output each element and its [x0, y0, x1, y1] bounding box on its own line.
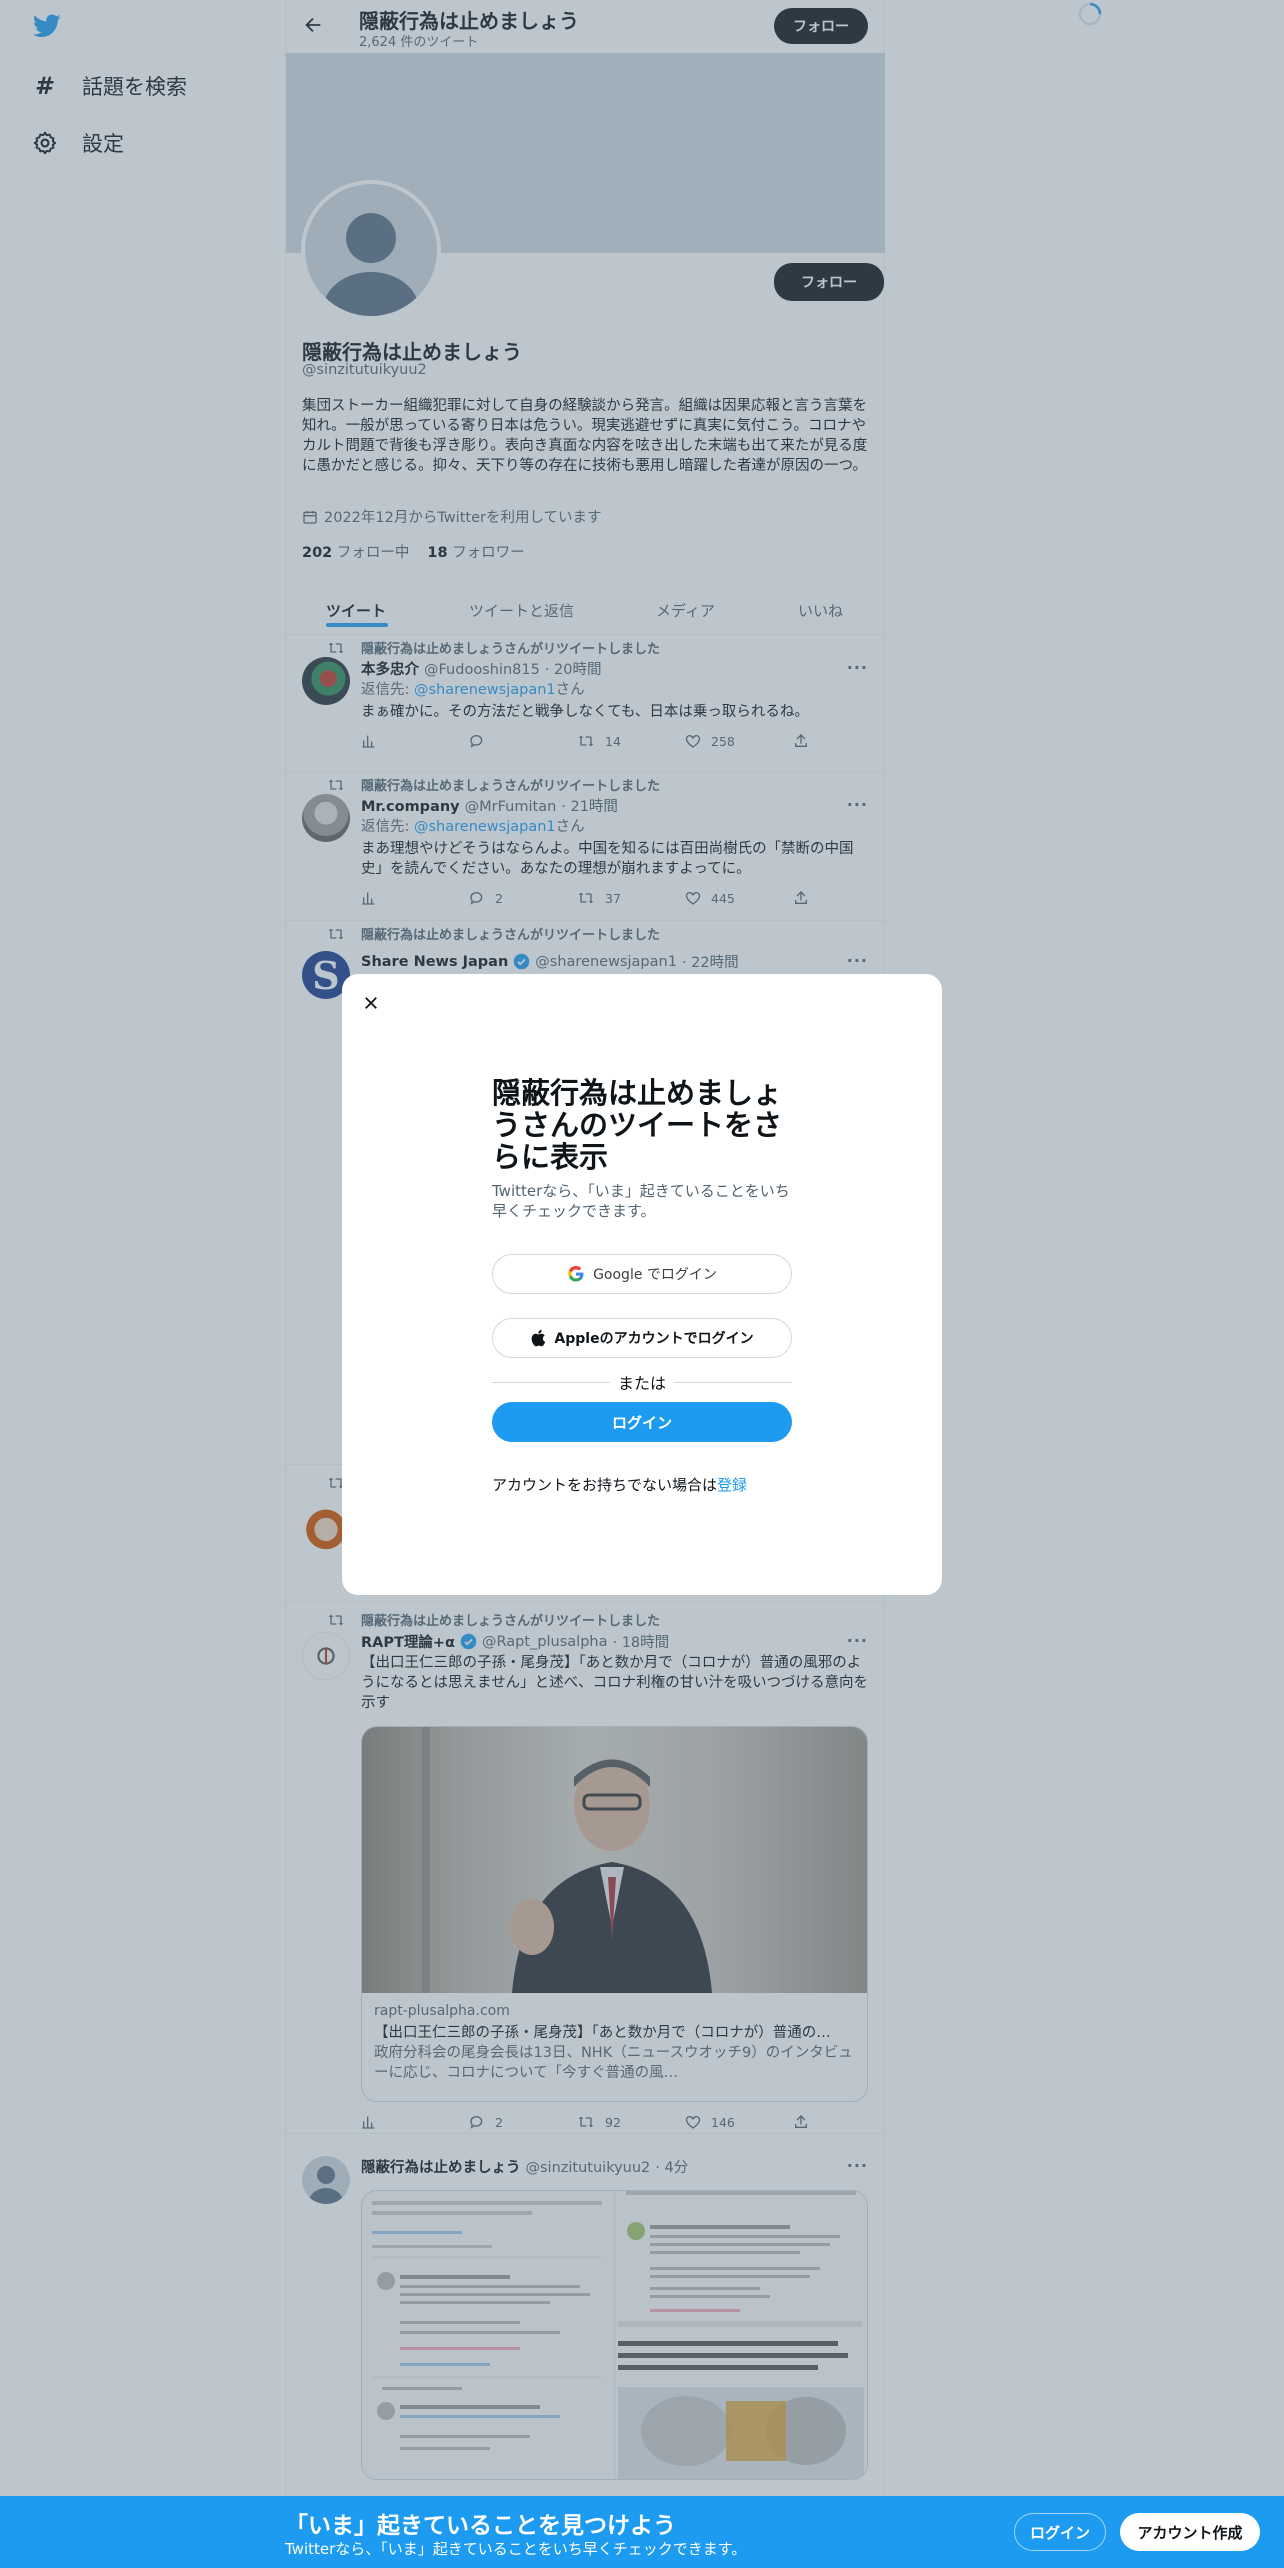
login-button-label: ログイン [611, 1413, 672, 1432]
signup-prompt-text: アカウントをお持ちでない場合は [492, 1476, 718, 1494]
bottom-bar-headline: 「いま」起きていることを見つけよう [285, 2513, 676, 2539]
close-icon[interactable] [354, 986, 388, 1020]
signup-link[interactable]: 登録 [717, 1476, 747, 1494]
google-login-button[interactable]: Google でログイン [492, 1254, 792, 1294]
divider-line [674, 1381, 793, 1383]
bottom-signup-bar: 「いま」起きていることを見つけよう Twitterなら、「いま」起きていることを… [0, 2496, 1284, 2568]
or-divider: または [492, 1370, 793, 1394]
login-button[interactable]: ログイン [492, 1402, 792, 1442]
modal-description: Twitterなら、「いま」起きていることをいち早くチェックできます。 [492, 1182, 790, 1220]
google-login-label: Google でログイン [593, 1267, 717, 1283]
or-label: または [618, 1374, 667, 1393]
login-prompt-modal: 隠蔽行為は止めましょうさんのツイートをさらに表示 Twitterなら、「いま」起… [342, 974, 942, 1595]
divider-line [492, 1381, 610, 1383]
apple-login-label: Appleのアカウントでログイン [554, 1331, 754, 1347]
bottom-login-button[interactable]: ログイン [1014, 2513, 1106, 2551]
bottom-bar-subline: Twitterなら、「いま」起きていることをいち早くチェックできます。 [285, 2540, 747, 2558]
signup-prompt: アカウントをお持ちでない場合は登録 [492, 1474, 747, 1495]
modal-title: 隠蔽行為は止めましょうさんのツイートをさらに表示 [492, 1076, 783, 1174]
apple-login-button[interactable]: Appleのアカウントでログイン [492, 1318, 792, 1358]
apple-logo-icon [530, 1329, 546, 1347]
google-logo-icon [567, 1265, 585, 1283]
bottom-signup-button[interactable]: アカウント作成 [1120, 2513, 1260, 2551]
